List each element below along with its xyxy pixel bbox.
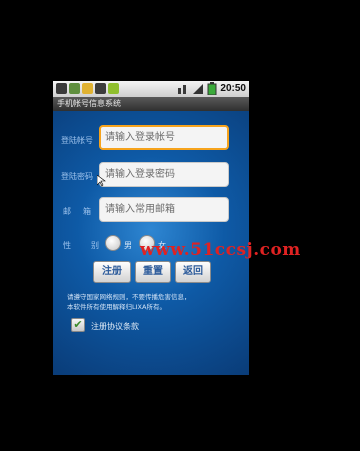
- password-input[interactable]: 请输入登录密码: [99, 162, 229, 187]
- account-input[interactable]: 请输入登录帐号: [99, 125, 229, 150]
- sms-icon: [82, 83, 93, 94]
- rules-note-line2: 本软件所有使用解释归LIXA所有。: [67, 303, 166, 311]
- title-bar: 手机帐号信息系统: [53, 97, 249, 111]
- gender-label-2: 别: [91, 241, 99, 250]
- notification-icons: [56, 83, 119, 94]
- status-bar: 20:50: [53, 81, 249, 97]
- checkmark-icon: ✔: [73, 318, 83, 331]
- account-label: 登陆帐号: [61, 136, 93, 145]
- mouse-cursor-icon: [97, 175, 106, 187]
- download-icon: [69, 83, 80, 94]
- email-label-1: 邮: [63, 207, 71, 216]
- account-placeholder: 请输入登录帐号: [105, 132, 175, 143]
- network-icon: [178, 84, 187, 94]
- agreement-label[interactable]: 注册协议条款: [91, 321, 139, 332]
- email-input[interactable]: 请输入常用邮箱: [99, 197, 229, 222]
- reset-button[interactable]: 重置: [135, 261, 171, 283]
- clock: 20:50: [220, 83, 246, 94]
- app-title: 手机帐号信息系统: [57, 99, 121, 108]
- phone-screen: 20:50 手机帐号信息系统 登陆帐号 请输入登录帐号 登陆密码 请输入登录密码…: [53, 81, 249, 375]
- battery-icon: [207, 82, 217, 95]
- gender-label-1: 性: [63, 241, 71, 250]
- back-button[interactable]: 返回: [175, 261, 211, 283]
- usb-icon: [56, 83, 67, 94]
- male-label: 男: [124, 241, 132, 250]
- rules-note-line1: 请遵守国家网络规则，不要传播危害信息，: [67, 293, 191, 301]
- signal-icon: [193, 83, 204, 94]
- email-placeholder: 请输入常用邮箱: [105, 204, 175, 215]
- market-icon: [108, 83, 119, 94]
- register-button[interactable]: 注册: [93, 261, 131, 283]
- system-icons: 20:50: [177, 82, 246, 95]
- male-radio[interactable]: [105, 235, 121, 251]
- agreement-checkbox[interactable]: ✔: [71, 318, 85, 332]
- debug-icon: [95, 83, 106, 94]
- password-placeholder: 请输入登录密码: [105, 169, 175, 180]
- email-label-2: 箱: [83, 207, 91, 216]
- watermark: www.51ccsj.com: [140, 240, 301, 260]
- password-label: 登陆密码: [61, 172, 93, 181]
